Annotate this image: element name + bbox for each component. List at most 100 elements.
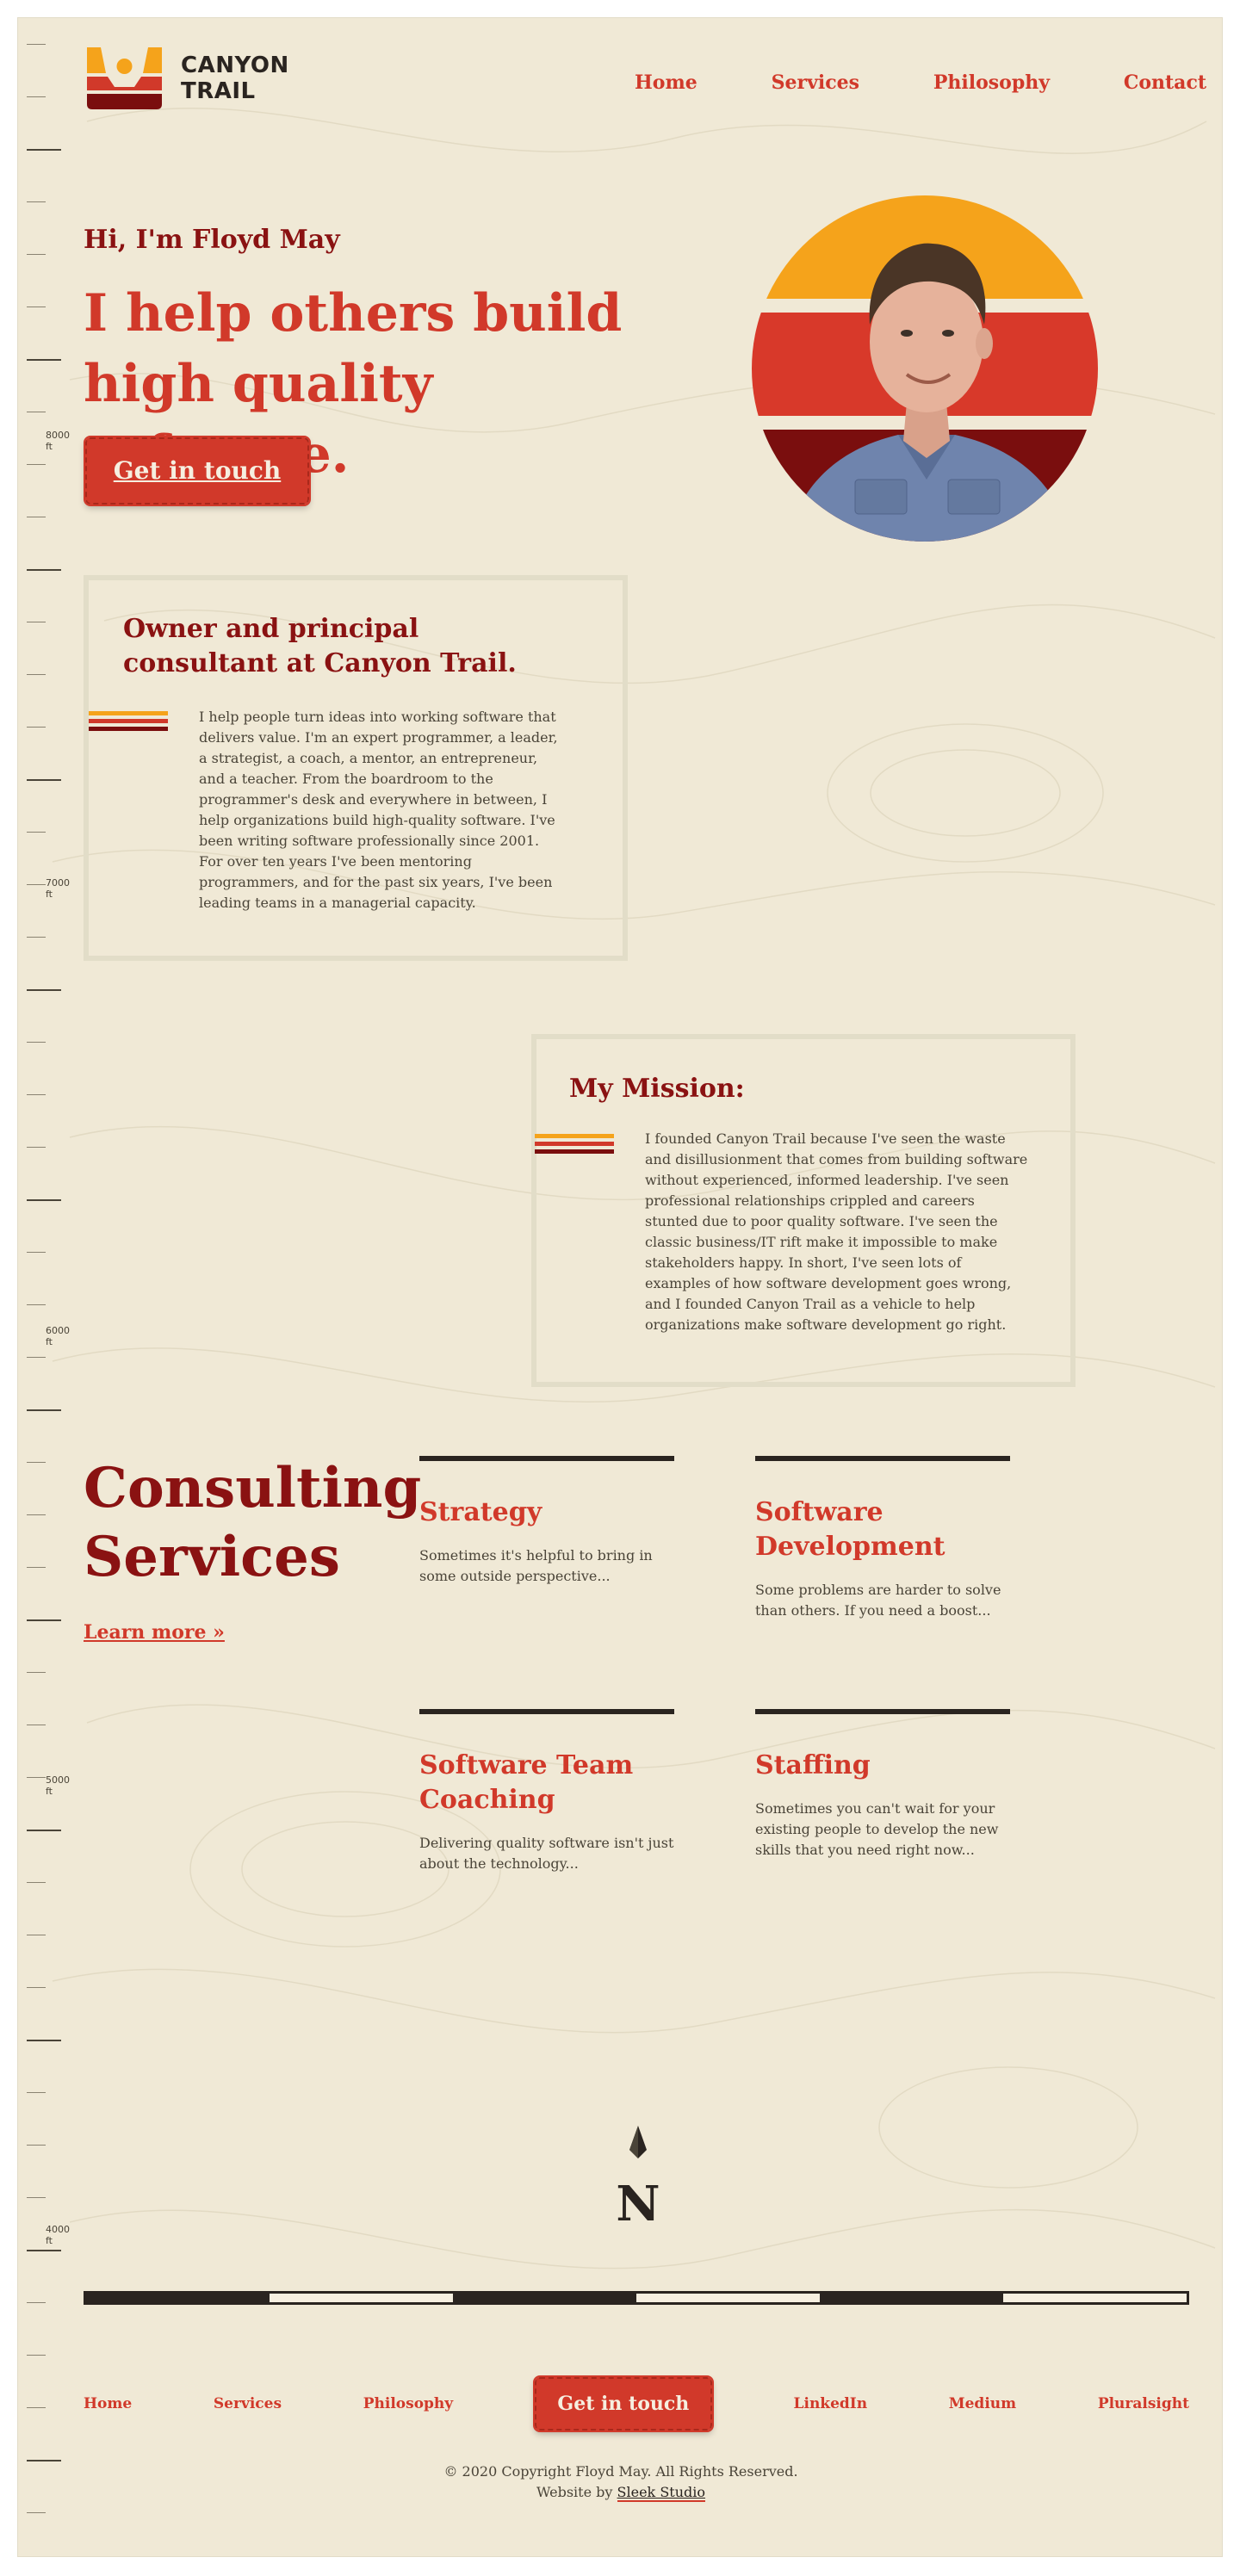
- ruler-tick: [27, 1462, 46, 1463]
- ruler-tick: [27, 149, 61, 151]
- stripes-decoration: [89, 711, 168, 737]
- footer-nav: Home Services Philosophy Get in touch Li…: [84, 2375, 1189, 2432]
- ruler-tick: [27, 937, 46, 938]
- ruler-tick: [27, 832, 46, 833]
- divider: [419, 1709, 674, 1714]
- nav-contact[interactable]: Contact: [1124, 71, 1206, 94]
- services-title: Consulting Services: [84, 1456, 422, 1589]
- ruler-tick: [27, 1830, 61, 1831]
- ruler-tick: [27, 989, 61, 991]
- main-nav: Home Services Philosophy Contact: [635, 71, 1206, 94]
- about-title: Owner and principal consultant at Canyon…: [123, 614, 517, 678]
- brand-name: CANYON TRAIL: [181, 53, 289, 104]
- footer-pluralsight-link[interactable]: Pluralsight: [1098, 2395, 1189, 2412]
- elevation-ruler: 8000 ft 7000 ft 6000 ft 5000 ft 4000 ft: [27, 18, 78, 2556]
- footer-philosophy-link[interactable]: Philosophy: [363, 2395, 453, 2412]
- footer-home-link[interactable]: Home: [84, 2395, 132, 2412]
- ruler-tick: [27, 1042, 46, 1043]
- ruler-tick: [27, 2197, 46, 2198]
- credit-line: Website by Sleek Studio: [18, 2482, 1222, 2503]
- ruler-tick: [27, 44, 46, 45]
- ruler-tick: [27, 1147, 46, 1148]
- credit-prefix: Website by: [536, 2484, 613, 2500]
- elevation-label: 4000 ft: [46, 2224, 70, 2246]
- ruler-tick: [27, 96, 46, 97]
- divider: [755, 1709, 1010, 1714]
- ruler-tick: [27, 1987, 46, 1988]
- ruler-tick: [27, 2407, 46, 2408]
- ruler-tick: [27, 2302, 46, 2303]
- ruler-tick: [27, 569, 61, 571]
- ruler-tick: [27, 2250, 61, 2251]
- ruler-tick: [27, 1619, 61, 1621]
- mission-body: I founded Canyon Trail because I've seen…: [645, 1130, 1028, 1333]
- ruler-tick: [27, 727, 46, 728]
- compass-letter: N: [616, 2176, 660, 2227]
- get-in-touch-button[interactable]: Get in touch: [84, 436, 311, 506]
- service-title: Software Development: [755, 1497, 946, 1562]
- service-desc: Delivering quality software isn't just a…: [419, 1835, 674, 1872]
- footer-get-in-touch-button[interactable]: Get in touch: [532, 2375, 714, 2432]
- ruler-tick: [27, 1672, 46, 1673]
- ruler-tick: [27, 1252, 46, 1253]
- service-title: Strategy: [419, 1497, 542, 1527]
- ruler-tick: [27, 359, 61, 361]
- elevation-label: 7000 ft: [46, 877, 70, 900]
- brand-name-line2: TRAIL: [181, 78, 256, 104]
- scale-bar: [84, 2291, 1189, 2305]
- ruler-tick: [27, 1199, 61, 1201]
- learn-more-link[interactable]: Learn more »: [84, 1621, 225, 1644]
- service-card-team-coaching[interactable]: Software Team Coaching Delivering qualit…: [419, 1709, 674, 1874]
- page: 8000 ft 7000 ft 6000 ft 5000 ft 4000 ft …: [17, 17, 1223, 2557]
- footer-services-link[interactable]: Services: [214, 2395, 282, 2412]
- about-body: I help people turn ideas into working so…: [199, 709, 558, 911]
- ruler-tick: [27, 1777, 46, 1778]
- divider: [419, 1456, 674, 1461]
- service-card-strategy[interactable]: Strategy Sometimes it's helpful to bring…: [419, 1456, 674, 1587]
- nav-services[interactable]: Services: [772, 71, 859, 94]
- stripes-decoration: [535, 1134, 614, 1160]
- sleek-studio-link[interactable]: Sleek Studio: [617, 2484, 706, 2502]
- ruler-tick: [27, 884, 46, 885]
- ruler-tick: [27, 1409, 61, 1411]
- nav-philosophy[interactable]: Philosophy: [933, 71, 1050, 94]
- brand-name-line1: CANYON: [181, 53, 289, 78]
- ruler-tick: [27, 779, 61, 781]
- canyon-logo-icon: [87, 47, 162, 109]
- ruler-tick: [27, 1357, 46, 1358]
- compass-icon: N: [616, 2126, 660, 2232]
- ruler-tick: [27, 1882, 46, 1883]
- ruler-tick: [27, 464, 46, 465]
- copyright-text: © 2020 Copyright Floyd May. All Rights R…: [443, 2463, 798, 2480]
- elevation-label: 8000 ft: [46, 430, 70, 452]
- compass: N: [612, 2124, 664, 2232]
- mission-title: My Mission:: [569, 1074, 745, 1104]
- ruler-tick: [27, 2512, 46, 2513]
- ruler-tick: [27, 2145, 46, 2146]
- elevation-label: 6000 ft: [46, 1325, 70, 1347]
- ruler-tick: [27, 254, 46, 255]
- elevation-label: 5000 ft: [46, 1774, 70, 1797]
- service-title: Staffing: [755, 1750, 871, 1780]
- ruler-tick: [27, 1094, 46, 1095]
- service-title: Software Team Coaching: [419, 1750, 634, 1815]
- divider: [755, 1456, 1010, 1461]
- ruler-tick: [27, 2040, 61, 2041]
- service-card-staffing[interactable]: Staffing Sometimes you can't wait for yo…: [755, 1709, 1010, 1861]
- ruler-tick: [27, 2092, 46, 2093]
- logo[interactable]: CANYON TRAIL: [84, 47, 289, 109]
- footer-linkedin-link[interactable]: LinkedIn: [794, 2395, 868, 2412]
- ruler-tick: [27, 674, 46, 675]
- nav-home[interactable]: Home: [635, 71, 698, 94]
- service-desc: Some problems are harder to solve than o…: [755, 1582, 1001, 1619]
- service-card-software-development[interactable]: Software Development Some problems are h…: [755, 1456, 1010, 1621]
- service-desc: Sometimes it's helpful to bring in some …: [419, 1547, 653, 1584]
- greeting: Hi, I'm Floyd May: [84, 225, 340, 255]
- ruler-tick: [27, 201, 46, 202]
- copyright: © 2020 Copyright Floyd May. All Rights R…: [18, 2461, 1222, 2503]
- ruler-tick: [27, 1567, 46, 1568]
- portrait-photo: [752, 195, 1098, 542]
- service-desc: Sometimes you can't wait for your existi…: [755, 1800, 999, 1858]
- ruler-tick: [27, 1304, 46, 1305]
- footer-medium-link[interactable]: Medium: [949, 2395, 1016, 2412]
